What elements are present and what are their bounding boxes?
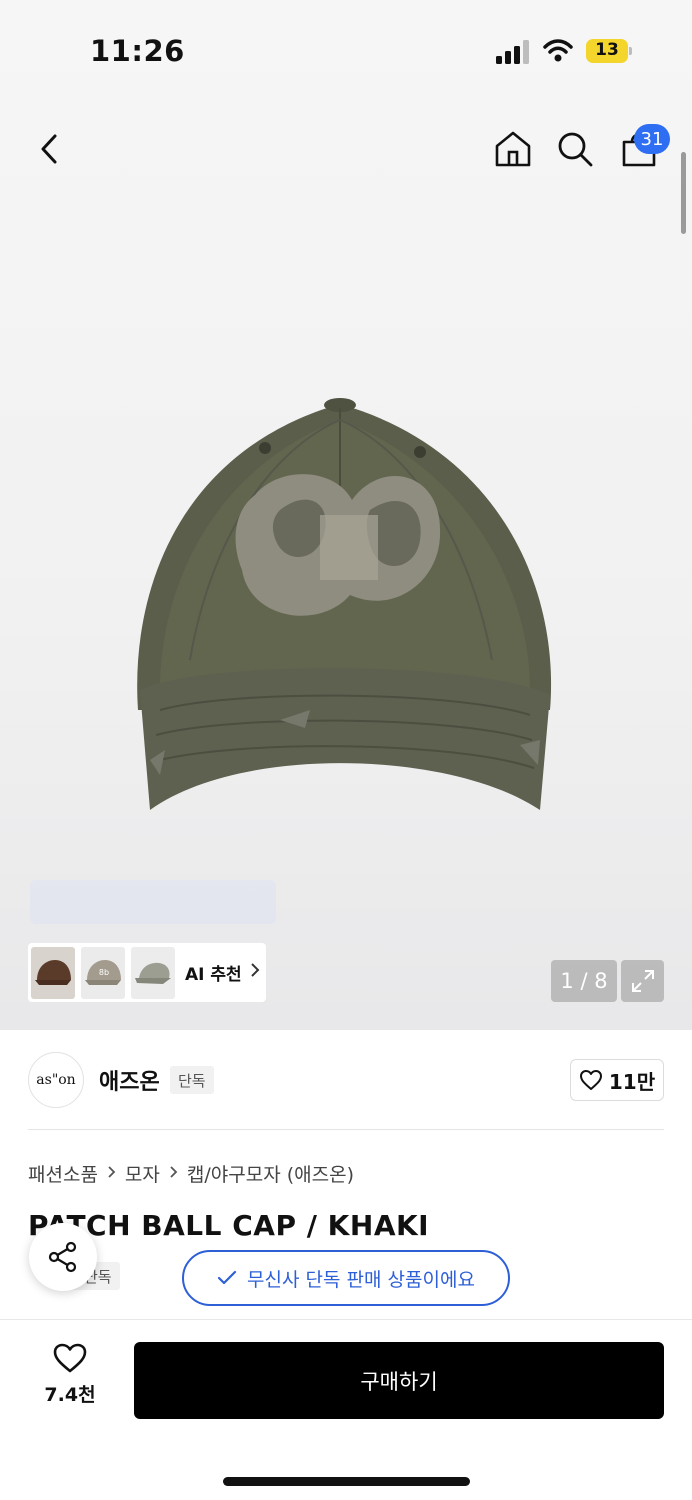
chevron-right-icon	[107, 1163, 116, 1184]
expand-image-button[interactable]	[621, 960, 664, 1002]
breadcrumb-item[interactable]: 패션소품	[28, 1160, 98, 1187]
brand-like-count: 11만	[608, 1069, 656, 1094]
brand-like-button[interactable]: 11만	[570, 1059, 664, 1101]
breadcrumb-item[interactable]: 캡/야구모자 (애즈온)	[187, 1160, 354, 1187]
recommend-thumbnail[interactable]: 8b	[81, 946, 125, 999]
home-icon	[495, 131, 531, 167]
product-image[interactable]	[120, 390, 560, 830]
breadcrumb: 패션소품 모자 캡/야구모자 (애즈온)	[28, 1160, 354, 1187]
section-divider	[28, 1129, 664, 1130]
battery-level: 13	[595, 40, 619, 60]
home-button[interactable]	[488, 124, 538, 174]
search-icon	[558, 132, 593, 167]
wishlist-count: 7.4천	[44, 1384, 96, 1406]
recommend-thumbnail[interactable]	[131, 946, 175, 999]
buy-button[interactable]: 구매하기	[134, 1342, 664, 1419]
ai-recommend-strip[interactable]: 8b AI 추천	[28, 943, 266, 1002]
status-bar: 11:26 13	[0, 0, 692, 100]
promo-banner	[30, 880, 276, 924]
back-button[interactable]	[24, 124, 74, 174]
recommend-thumbnail[interactable]	[31, 946, 75, 999]
brand-logo[interactable]: as"on	[28, 1052, 84, 1108]
cart-count-badge: 31	[634, 124, 670, 154]
share-icon	[48, 1241, 77, 1273]
scrollbar[interactable]	[681, 152, 686, 234]
svg-text:8b: 8b	[99, 968, 109, 977]
chevron-left-icon	[41, 134, 57, 164]
exclusive-notice-text: 무신사 단독 판매 상품이에요	[247, 1268, 475, 1291]
top-navigation	[0, 110, 692, 190]
breadcrumb-item[interactable]: 모자	[125, 1160, 160, 1187]
share-button[interactable]	[29, 1223, 97, 1291]
image-page-counter: 1 / 8	[551, 960, 617, 1002]
wifi-icon	[543, 39, 573, 62]
chevron-right-icon	[250, 962, 260, 983]
chevron-right-icon	[169, 1163, 178, 1184]
status-time: 11:26	[90, 34, 185, 68]
heart-icon	[579, 1070, 602, 1090]
heart-icon	[53, 1343, 87, 1373]
battery-icon: 13	[586, 39, 632, 63]
brand-row: as"on 애즈온 단독 11만	[0, 1030, 692, 1130]
wishlist-button[interactable]: 7.4천	[30, 1342, 110, 1422]
expand-icon	[631, 970, 654, 992]
bottom-action-bar: 7.4천 구매하기	[0, 1320, 692, 1500]
search-button[interactable]	[550, 124, 600, 174]
ai-recommend-label[interactable]: AI 추천	[185, 960, 242, 985]
brand-name[interactable]: 애즈온	[99, 1064, 160, 1096]
check-icon	[217, 1270, 237, 1285]
exclusive-tag: 단독	[170, 1066, 214, 1094]
exclusive-notice-pill[interactable]: 무신사 단독 판매 상품이에요	[182, 1250, 510, 1306]
cellular-signal-icon	[496, 40, 529, 64]
home-indicator[interactable]	[223, 1477, 470, 1486]
